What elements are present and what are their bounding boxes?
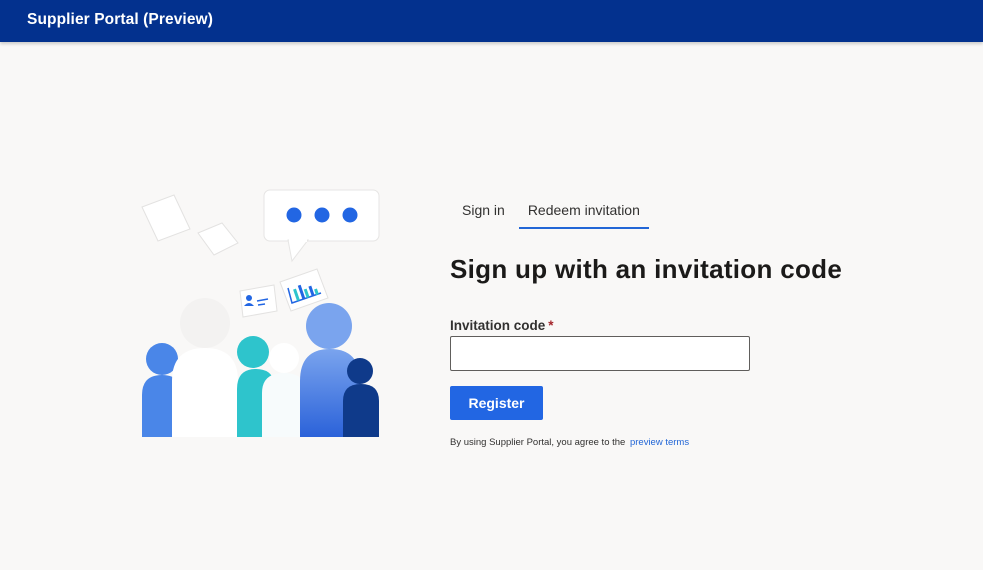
invitation-code-label-text: Invitation code — [450, 318, 546, 333]
people-group — [142, 298, 379, 437]
invitation-code-input[interactable] — [450, 336, 750, 371]
page-title: Sign up with an invitation code — [450, 254, 843, 284]
tab-redeem-invitation[interactable]: Redeem invitation — [518, 196, 649, 229]
terms-notice: By using Supplier Portal, you agree to t… — [450, 437, 689, 448]
tab-list: Sign in Redeem invitation — [450, 196, 649, 229]
required-marker: * — [548, 318, 554, 333]
contact-card-icon — [239, 284, 278, 318]
chat-bubble-icon — [263, 189, 380, 263]
people-illustration — [141, 189, 380, 437]
paper-icon — [141, 194, 239, 256]
top-bar: Supplier Portal (Preview) — [0, 0, 983, 42]
tab-sign-in[interactable]: Sign in — [450, 196, 519, 229]
invitation-code-label: Invitation code * — [450, 318, 554, 333]
app-title: Supplier Portal (Preview) — [27, 11, 213, 28]
terms-text: By using Supplier Portal, you agree to t… — [450, 437, 626, 448]
register-button[interactable]: Register — [450, 386, 543, 420]
preview-terms-link[interactable]: preview terms — [630, 437, 689, 448]
